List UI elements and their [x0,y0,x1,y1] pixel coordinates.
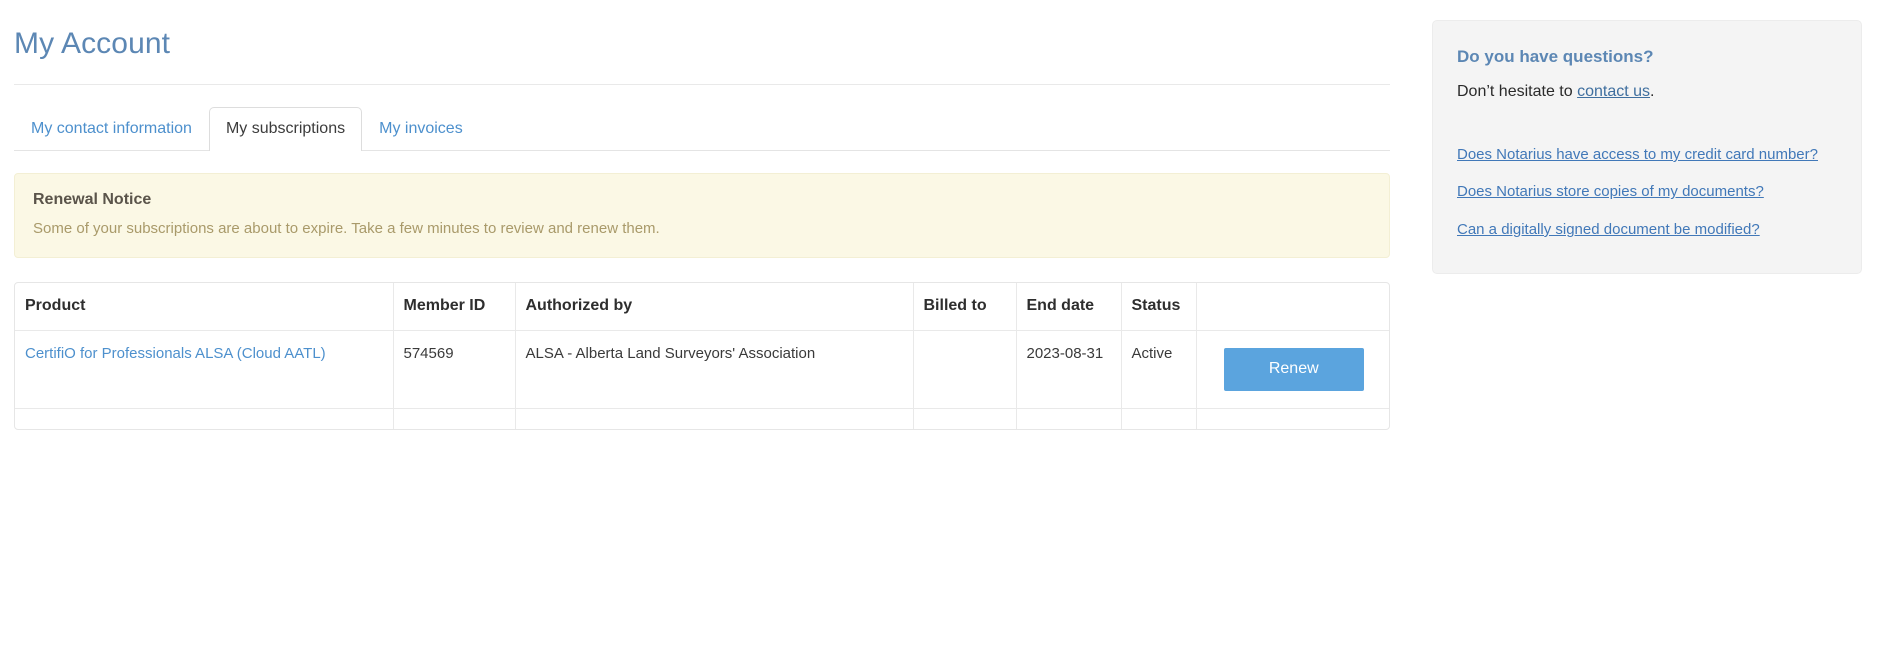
tab-my-subscriptions[interactable]: My subscriptions [208,107,363,152]
table-header-row: Product Member ID Authorized by Billed t… [15,283,1389,332]
cell-action [1196,409,1389,429]
column-header-status: Status [1121,283,1197,332]
faq-link-list: Does Notarius have access to my credit c… [1457,145,1837,240]
renewal-notice-body: Some of your subscriptions are about to … [33,219,660,237]
tab-my-contact-information[interactable]: My contact information [14,107,209,151]
title-divider [14,84,1390,85]
tab-my-invoices[interactable]: My invoices [362,107,480,151]
faq-link-document-copies[interactable]: Does Notarius store copies of my documen… [1457,183,1764,200]
cell-end-date: 2023-08-31 [1016,330,1122,410]
cell-authorized-by [515,408,914,429]
sidebar-intro: Don’t hesitate to contact us. [1457,81,1837,103]
cell-end-date [1016,408,1122,429]
renewal-notice-banner: Renewal Notice Some of your subscription… [14,173,1390,259]
cell-product: CertifiO for Professionals ALSA (Cloud A… [15,330,394,410]
my-account-page: My Account My contact information My sub… [0,0,1878,663]
page-title: My Account [14,27,171,60]
sidebar-intro-prefix: Don’t hesitate to [1457,83,1578,101]
cell-billed-to [913,330,1017,410]
cell-member-id: 574569 [393,330,516,410]
help-sidebar-panel: Do you have questions? Don’t hesitate to… [1432,20,1862,275]
main-content: My Account My contact information My sub… [0,0,1400,663]
list-item: Can a digitally signed document be modif… [1457,220,1837,240]
cell-billed-to [913,408,1017,429]
cell-status [1121,408,1197,429]
product-link[interactable]: CertifiO for Professionals ALSA (Cloud A… [25,345,326,362]
column-header-member-id: Member ID [393,283,516,332]
column-header-end-date: End date [1016,283,1122,332]
column-header-billed-to: Billed to [913,283,1017,332]
table-row-partial [15,408,1389,429]
cell-authorized-by: ALSA - Alberta Land Surveyors' Associati… [515,330,914,410]
contact-us-link[interactable]: contact us [1577,83,1650,100]
list-item: Does Notarius store copies of my documen… [1457,182,1837,202]
account-tabs: My contact information My subscriptions … [0,107,1400,152]
cell-product [15,408,394,429]
subscriptions-table: Product Member ID Authorized by Billed t… [15,283,1389,429]
column-header-product: Product [15,283,394,332]
renew-button[interactable]: Renew [1223,348,1364,392]
list-item: Does Notarius have access to my credit c… [1457,145,1837,165]
faq-link-credit-card[interactable]: Does Notarius have access to my credit c… [1457,146,1818,163]
cell-status: Active [1121,330,1197,410]
cell-action: Renew [1196,330,1389,410]
sidebar-intro-suffix: . [1650,83,1655,101]
cell-member-id [393,408,516,429]
column-header-actions [1196,283,1389,332]
renewal-notice-title: Renewal Notice [33,191,152,208]
column-header-authorized-by: Authorized by [515,283,914,332]
subscriptions-table-container: Product Member ID Authorized by Billed t… [14,282,1390,430]
table-row: CertifiO for Professionals ALSA (Cloud A… [15,330,1389,410]
sidebar-title: Do you have questions? [1457,47,1654,66]
faq-link-signed-document-modified[interactable]: Can a digitally signed document be modif… [1457,221,1760,238]
